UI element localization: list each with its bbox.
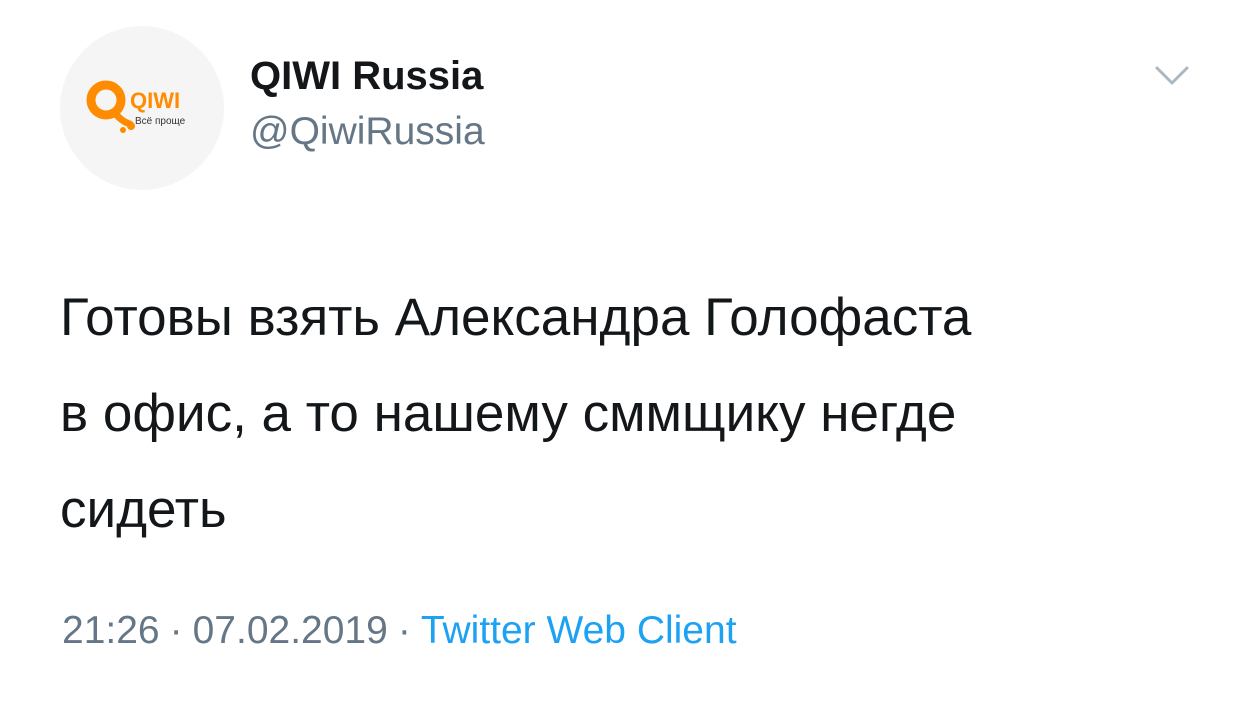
tweet-date[interactable]: 07.02.2019: [193, 609, 388, 652]
avatar[interactable]: QIWI Всё проще: [60, 26, 224, 190]
logo-wordmark: QIWI: [130, 88, 180, 113]
tweet-menu-button[interactable]: [1154, 64, 1190, 88]
tweet-header: QIWI Всё проще QIWI Russia @QiwiRussia: [60, 26, 1200, 190]
tweet-text-line: в офис, а то нашему сммщику негде: [60, 384, 957, 443]
meta-separator: ·: [397, 609, 411, 652]
tweet-card: QIWI Всё проще QIWI Russia @QiwiRussia Г…: [0, 0, 1242, 704]
user-handle[interactable]: @QiwiRussia: [250, 108, 485, 156]
chevron-down-icon: [1155, 66, 1189, 85]
logo-tagline: Всё проще: [135, 116, 186, 127]
tweet-text: Готовы взять Александра Голофаста в офис…: [60, 270, 1190, 558]
meta-separator: ·: [169, 609, 183, 652]
tweet-text-line: сидеть: [60, 480, 227, 539]
qiwi-logo-icon: QIWI Всё проще: [86, 80, 186, 133]
tweet-text-line: Готовы взять Александра Голофаста: [60, 288, 972, 347]
tweet-meta: 21:26 · 07.02.2019 · Twitter Web Client: [62, 605, 737, 657]
tweet-time[interactable]: 21:26: [62, 609, 160, 652]
tweet-source-link[interactable]: Twitter Web Client: [421, 609, 737, 652]
author-names: QIWI Russia @QiwiRussia: [250, 52, 485, 156]
display-name[interactable]: QIWI Russia: [250, 52, 485, 100]
